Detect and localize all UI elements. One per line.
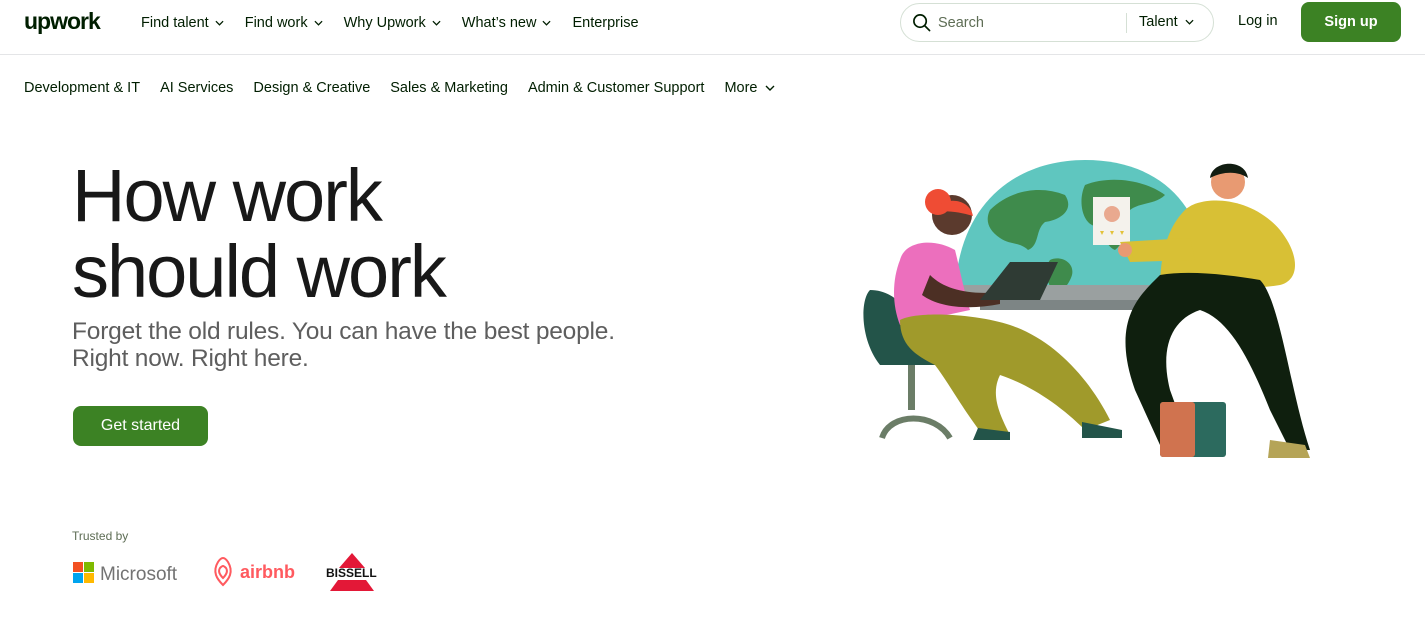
category-label: AI Services <box>160 80 234 96</box>
svg-text:Microsoft: Microsoft <box>100 564 178 585</box>
category-more-dropdown[interactable]: More <box>724 80 775 96</box>
search-scope-dropdown[interactable]: Talent <box>1139 14 1194 30</box>
search-bar: Talent <box>900 3 1214 42</box>
hero-title: How work should work <box>72 158 632 310</box>
chair-post <box>908 365 915 410</box>
get-started-button[interactable]: Get started <box>73 406 208 446</box>
man-hand <box>1118 243 1132 257</box>
category-admin-support[interactable]: Admin & Customer Support <box>528 80 705 96</box>
chevron-down-icon <box>215 20 224 26</box>
nav-find-talent[interactable]: Find talent <box>141 15 224 31</box>
woman-shoe-right <box>1082 422 1122 438</box>
search-icon[interactable] <box>912 13 931 32</box>
search-divider <box>1126 13 1127 33</box>
category-label: Admin & Customer Support <box>527 80 705 96</box>
chevron-down-icon <box>1185 19 1194 25</box>
hero-title-line1: How work <box>72 154 383 237</box>
nav-why-upwork[interactable]: Why Upwork <box>344 15 441 31</box>
briefcase-shade <box>1160 402 1195 457</box>
category-label: Development & IT <box>24 80 141 96</box>
top-navigation: upwork Find talent Find work Why Upwork … <box>0 0 1425 55</box>
category-label: More <box>724 80 758 96</box>
hero-illustration <box>863 160 1310 458</box>
hero-subtitle-line1: Forget the old rules. You can have the b… <box>72 318 615 345</box>
svg-text:airbnb: airbnb <box>240 562 295 582</box>
category-development-it[interactable]: Development & IT <box>24 80 140 96</box>
chevron-down-icon <box>542 20 551 26</box>
main-nav: Find talent Find work Why Upwork What’s … <box>141 12 660 34</box>
svg-text:BISSELL: BISSELL <box>326 566 377 580</box>
chevron-down-icon <box>432 20 441 26</box>
search-input[interactable] <box>938 13 1118 33</box>
upwork-logo[interactable]: upwork <box>24 9 108 37</box>
nav-enterprise[interactable]: Enterprise <box>572 15 638 31</box>
category-ai-services[interactable]: AI Services <box>160 80 233 96</box>
nav-why-upwork-label: Why Upwork <box>343 15 426 31</box>
nav-enterprise-label: Enterprise <box>572 15 639 31</box>
hero-title-line2: should work <box>72 230 447 313</box>
nav-whats-new-label: What’s new <box>461 15 537 31</box>
bissell-logo: BISSELL <box>326 553 377 591</box>
category-design-creative[interactable]: Design & Creative <box>253 80 370 96</box>
category-nav: Development & IT AI Services Design & Cr… <box>24 77 795 99</box>
nav-find-talent-label: Find talent <box>141 15 209 31</box>
trusted-by-label: Trusted by <box>72 529 129 543</box>
chevron-down-icon <box>765 85 775 91</box>
airbnb-logo: airbnb <box>214 556 295 587</box>
trusted-logos: Microsoft airbnb BISSELL <box>73 553 377 591</box>
svg-text:upwork: upwork <box>24 9 101 34</box>
nav-whats-new[interactable]: What’s new <box>462 15 552 31</box>
chair-base <box>879 415 953 440</box>
login-link[interactable]: Log in <box>1238 13 1278 29</box>
hero-subtitle: Forget the old rules. You can have the b… <box>72 318 672 372</box>
profile-avatar <box>1104 206 1120 222</box>
category-label: Sales & Marketing <box>390 80 508 96</box>
category-label: Design & Creative <box>253 80 371 96</box>
signup-button[interactable]: Sign up <box>1301 2 1401 42</box>
category-sales-marketing[interactable]: Sales & Marketing <box>390 80 508 96</box>
hero-subtitle-line2: Right now. Right here. <box>72 345 309 372</box>
microsoft-logo: Microsoft <box>73 562 178 585</box>
nav-find-work-label: Find work <box>244 15 308 31</box>
search-scope-label: Talent <box>1139 14 1178 30</box>
nav-find-work[interactable]: Find work <box>245 15 323 31</box>
chevron-down-icon <box>314 20 323 26</box>
